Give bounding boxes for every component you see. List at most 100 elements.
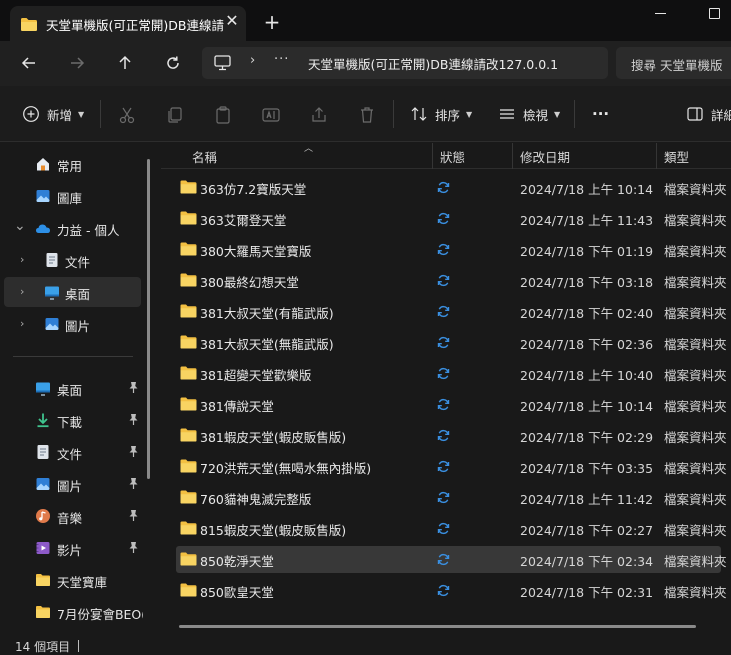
file-modified-date: 2024/7/18 下午 02:31 [520, 585, 654, 600]
sidebar-item-desktop[interactable]: › 桌面 [4, 277, 141, 307]
column-header-name[interactable]: 名稱 [192, 147, 217, 166]
up-button[interactable] [111, 50, 139, 76]
sidebar-item-label: 桌面 [65, 287, 91, 302]
table-row[interactable]: 850乾淨天堂 2024/7/18 下午 02:34 檔案資料夾 [176, 546, 727, 573]
table-row[interactable]: 760貓神鬼滅完整版 2024/7/18 上午 11:42 檔案資料夾 [176, 484, 727, 511]
folder-icon [180, 211, 197, 225]
sidebar-item-onedrive[interactable]: ⌄ 力益 - 個人 [0, 213, 150, 243]
close-tab-button[interactable]: ✕ [222, 11, 242, 31]
chevron-right-icon[interactable]: › [20, 285, 24, 298]
pin-icon[interactable] [128, 381, 139, 394]
chevron-right-icon[interactable]: › [20, 253, 24, 266]
table-row[interactable]: 380大羅馬天堂寶版 2024/7/18 下午 01:19 檔案資料夾 [176, 236, 727, 263]
chevron-right-icon[interactable]: › [250, 53, 255, 68]
table-row[interactable]: 363艾爾登天堂 2024/7/18 上午 11:43 檔案資料夾 [176, 205, 727, 232]
desktop-icon [45, 286, 59, 300]
sidebar-item-gallery[interactable]: 圖庫 [0, 181, 150, 211]
search-input[interactable]: 搜尋 天堂單機版 [616, 47, 731, 79]
file-name: 363艾爾登天堂 [200, 213, 287, 228]
sync-icon [437, 336, 450, 349]
table-row[interactable]: 381大叔天堂(無龍武版) 2024/7/18 下午 02:36 檔案資料夾 [176, 329, 727, 356]
table-row[interactable]: 381大叔天堂(有龍武版) 2024/7/18 下午 02:40 檔案資料夾 [176, 298, 727, 325]
chevron-down-icon[interactable]: ⌄ [14, 218, 26, 234]
column-divider[interactable] [512, 143, 513, 169]
pin-icon[interactable] [128, 477, 139, 490]
breadcrumb-overflow-button[interactable]: ··· [274, 52, 289, 67]
file-type: 檔案資料夾 [664, 213, 727, 228]
maximize-button[interactable] [709, 8, 720, 19]
minimize-button[interactable] [655, 13, 666, 14]
column-header-status[interactable]: 狀態 [440, 147, 465, 166]
navigation-pane: 常用 圖庫 ⌄ 力益 - 個人 › 文件 › 桌面 › 圖片 桌面 下載 文件 [0, 143, 160, 635]
column-header-row: ︿ 名稱 狀態 修改日期 類型 [161, 143, 731, 169]
delete-icon[interactable] [357, 105, 377, 125]
paste-icon[interactable] [213, 105, 233, 125]
table-row[interactable]: 381蝦皮天堂(蝦皮販售版) 2024/7/18 下午 02:29 檔案資料夾 [176, 422, 727, 449]
rename-icon[interactable] [261, 105, 281, 125]
column-header-type[interactable]: 類型 [664, 147, 689, 166]
column-header-modified[interactable]: 修改日期 [520, 147, 570, 166]
window-tab[interactable]: 天堂單機版(可正常開)DB連線請 ✕ [10, 6, 246, 41]
new-tab-button[interactable]: + [260, 11, 284, 35]
file-name: 381超變天堂歡樂版 [200, 368, 312, 383]
pin-icon[interactable] [128, 413, 139, 426]
file-modified-date: 2024/7/18 下午 03:18 [520, 275, 654, 290]
quick-access-pictures[interactable]: 圖片 [0, 469, 150, 499]
sidebar-item-label: 文件 [65, 255, 91, 270]
chevron-down-icon: ▼ [466, 109, 473, 119]
sidebar-scrollbar[interactable] [147, 159, 150, 479]
quick-access-downloads[interactable]: 下載 [0, 405, 150, 435]
sidebar-item-pictures[interactable]: › 圖片 [0, 309, 150, 339]
sort-button[interactable]: 排序 ▼ [410, 101, 472, 127]
quick-access-documents[interactable]: 文件 [0, 437, 150, 467]
quick-access-folder[interactable]: 天堂寶庫 [0, 565, 150, 595]
sync-icon [437, 181, 450, 194]
file-name: 381大叔天堂(有龍武版) [200, 306, 334, 321]
chevron-right-icon[interactable]: › [20, 317, 24, 330]
quick-access-videos[interactable]: 影片 [0, 533, 150, 563]
back-button[interactable] [15, 50, 43, 76]
pin-icon[interactable] [128, 509, 139, 522]
forward-button[interactable] [63, 50, 91, 76]
more-options-button[interactable]: ··· [592, 101, 609, 127]
pin-icon[interactable] [128, 445, 139, 458]
share-icon[interactable] [309, 105, 329, 125]
refresh-icon [167, 56, 179, 69]
pin-icon[interactable] [128, 541, 139, 554]
sidebar-item-documents[interactable]: › 文件 [0, 245, 150, 275]
sync-icon [437, 398, 450, 411]
sidebar-item-home[interactable]: 常用 [0, 149, 150, 179]
cut-icon[interactable] [117, 105, 137, 125]
file-modified-date: 2024/7/18 下午 03:35 [520, 461, 654, 476]
table-row[interactable]: 850歐皇天堂 2024/7/18 下午 02:31 檔案資料夾 [176, 577, 727, 604]
breadcrumb[interactable]: 天堂單機版(可正常開)DB連線請改127.0.0.1 [308, 54, 558, 73]
folder-icon [36, 606, 50, 618]
quick-access-music[interactable]: 音樂 [0, 501, 150, 531]
table-row[interactable]: 363仿7.2寶版天堂 2024/7/18 上午 10:14 檔案資料夾 [176, 174, 727, 201]
address-bar[interactable]: › ··· 天堂單機版(可正常開)DB連線請改127.0.0.1 [202, 47, 608, 79]
table-row[interactable]: 815蝦皮天堂(蝦皮販售版) 2024/7/18 下午 02:27 檔案資料夾 [176, 515, 727, 542]
file-modified-date: 2024/7/18 下午 02:36 [520, 337, 654, 352]
new-button-label: 新增 [47, 107, 73, 123]
sidebar-item-label: 圖庫 [57, 191, 83, 206]
table-row[interactable]: 720洪荒天堂(無喝水無內掛版) 2024/7/18 下午 03:35 檔案資料夾 [176, 453, 727, 480]
copy-icon[interactable] [165, 105, 185, 125]
sidebar-item-label: 圖片 [57, 479, 83, 494]
view-button[interactable]: 檢視 ▼ [498, 101, 560, 127]
refresh-button[interactable] [159, 50, 187, 76]
status-divider [78, 640, 79, 652]
quick-access-desktop[interactable]: 桌面 [0, 373, 150, 403]
view-list-icon [500, 109, 514, 119]
details-pane-button[interactable]: 詳細 [686, 101, 731, 127]
file-modified-date: 2024/7/18 下午 02:27 [520, 523, 654, 538]
horizontal-scrollbar[interactable] [179, 625, 696, 628]
column-divider[interactable] [656, 143, 657, 169]
table-row[interactable]: 380最終幻想天堂 2024/7/18 下午 03:18 檔案資料夾 [176, 267, 727, 294]
table-row[interactable]: 381超變天堂歡樂版 2024/7/18 上午 10:40 檔案資料夾 [176, 360, 727, 387]
table-row[interactable]: 381傳說天堂 2024/7/18 上午 10:14 檔案資料夾 [176, 391, 727, 418]
toolbar-divider [100, 100, 101, 128]
quick-access-folder[interactable]: 7月份宴會BEO( [0, 597, 150, 627]
sidebar-item-label: 常用 [57, 159, 83, 174]
new-button[interactable]: 新增 ▼ [22, 101, 84, 127]
column-divider[interactable] [432, 143, 433, 169]
